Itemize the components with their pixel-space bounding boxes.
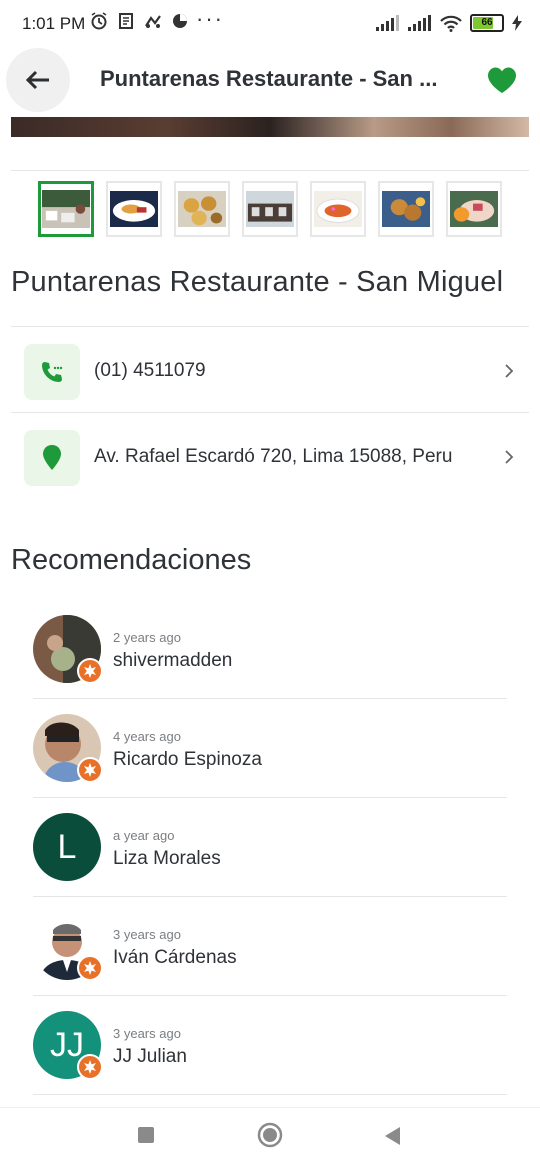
location-pin-icon — [43, 445, 61, 470]
guide-badge-icon — [77, 757, 103, 783]
dining-room-photo[interactable] — [38, 181, 94, 237]
recommendations-list: 2 years ago shivermadden 4 years ago Ric… — [33, 600, 507, 1095]
page-title: Puntarenas Restaurante - San ... — [100, 66, 438, 91]
reviewer-name: Ricardo Espinoza — [113, 749, 262, 770]
reviewer-name: JJ Julian — [113, 1046, 187, 1067]
divider — [11, 170, 529, 171]
hero-photo[interactable] — [11, 117, 529, 137]
list-item[interactable]: JJ 3 years ago JJ Julian — [33, 996, 507, 1095]
pie-icon — [173, 14, 187, 28]
home-icon[interactable] — [257, 1122, 283, 1148]
review-time: 3 years ago — [113, 927, 181, 942]
recommendations-title: Recomendaciones — [11, 544, 252, 576]
review-time: 4 years ago — [113, 729, 181, 744]
wifi-icon — [440, 15, 462, 32]
ceviche-photo[interactable] — [446, 181, 502, 237]
system-nav-bar — [0, 1107, 540, 1170]
back-button[interactable] — [6, 48, 70, 112]
status-bar: 1:01 PM ··· 66 — [0, 0, 540, 48]
signal-icon — [376, 15, 399, 31]
chevron-right-icon — [505, 450, 514, 464]
review-time: 3 years ago — [113, 1026, 181, 1041]
avatar-letters: L — [57, 827, 77, 866]
appetizer-photo[interactable] — [174, 181, 230, 237]
list-item[interactable]: 2 years ago shivermadden — [33, 600, 507, 699]
list-item[interactable]: 3 years ago Iván Cárdenas — [33, 897, 507, 996]
storefront-photo[interactable] — [242, 181, 298, 237]
status-right-icons: 66 — [376, 14, 522, 32]
arrow-left-icon — [25, 70, 49, 90]
reviewer-name: Iván Cárdenas — [113, 947, 237, 968]
app-icon — [145, 15, 161, 28]
app-bar: Puntarenas Restaurante - San ... — [0, 48, 540, 112]
phone-number: (01) 4511079 — [94, 360, 206, 381]
recents-icon[interactable] — [137, 1126, 155, 1144]
chevron-right-icon — [505, 364, 514, 378]
reviewer-name: Liza Morales — [113, 848, 221, 869]
notes-icon — [119, 13, 133, 29]
list-item[interactable]: L a year ago Liza Morales — [33, 798, 507, 897]
list-item[interactable]: 4 years ago Ricardo Espinoza — [33, 699, 507, 798]
status-more: ··· — [196, 6, 224, 31]
location-icon-box — [24, 430, 80, 486]
reviewer-name: shivermadden — [113, 650, 233, 671]
back-icon[interactable] — [383, 1126, 401, 1146]
fried-food-photo[interactable] — [378, 181, 434, 237]
review-time: 2 years ago — [113, 630, 181, 645]
address-row[interactable]: Av. Rafael Escardó 720, Lima 15088, Peru — [11, 413, 529, 499]
phone-icon-box — [24, 344, 80, 400]
seafood-plate-photo[interactable] — [310, 181, 366, 237]
avatar: L — [33, 813, 101, 881]
heart-icon[interactable] — [486, 64, 518, 96]
battery-icon: 66 — [470, 14, 504, 32]
guide-badge-icon — [77, 658, 103, 684]
phone-icon — [42, 362, 63, 382]
status-left-icons — [90, 12, 189, 30]
dish-photo[interactable] — [106, 181, 162, 237]
address-text: Av. Rafael Escardó 720, Lima 15088, Peru — [94, 446, 453, 467]
signal-icon — [408, 15, 431, 31]
place-name: Puntarenas Restaurante - San Miguel — [11, 266, 504, 298]
guide-badge-icon — [77, 955, 103, 981]
phone-row[interactable]: (01) 4511079 — [11, 327, 529, 413]
status-time: 1:01 PM — [22, 14, 86, 33]
alarm-icon — [91, 12, 107, 30]
review-time: a year ago — [113, 828, 175, 843]
guide-badge-icon — [77, 1054, 103, 1080]
photo-gallery[interactable] — [38, 181, 508, 239]
charging-icon — [512, 15, 522, 31]
